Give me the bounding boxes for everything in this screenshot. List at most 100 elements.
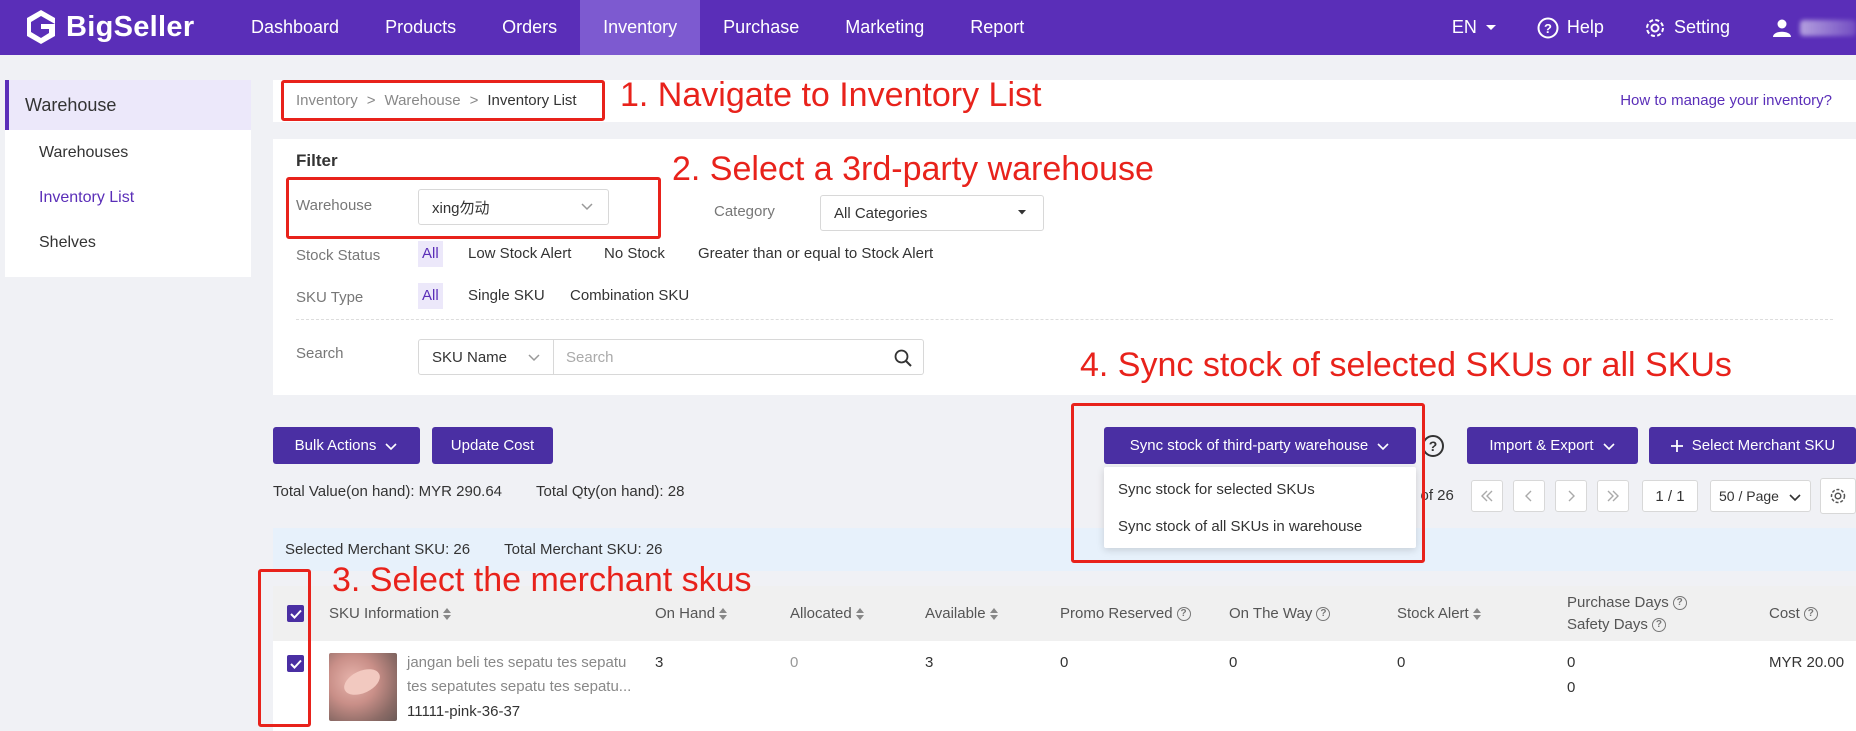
setting-menu[interactable]: Setting <box>1644 17 1730 39</box>
on-the-way-value: 0 <box>1229 654 1238 671</box>
breadcrumb-bar: Inventory > Warehouse > Inventory List H… <box>273 80 1856 122</box>
language-selector[interactable]: EN <box>1452 17 1497 38</box>
sku-type-combination[interactable]: Combination SKU <box>566 283 693 309</box>
category-select[interactable]: All Categories <box>820 195 1044 231</box>
bigseller-logo-icon <box>27 10 55 44</box>
help-circle-icon: ? <box>1537 17 1559 38</box>
search-group: SKU Name <box>418 339 924 375</box>
col-on-the-way-label: On The Way <box>1229 605 1313 622</box>
select-all-checkbox[interactable] <box>287 605 304 622</box>
sku-type-single[interactable]: Single SKU <box>464 283 549 309</box>
search-input[interactable] <box>554 340 923 374</box>
per-page-select[interactable]: 50 / Page <box>1710 480 1811 512</box>
nav-inventory[interactable]: Inventory <box>580 0 701 55</box>
filter-divider <box>296 319 1833 320</box>
annotation-step-4: 4. Sync stock of selected SKUs or all SK… <box>1080 346 1732 384</box>
chevron-right-icon <box>1568 490 1575 502</box>
first-page-button[interactable] <box>1471 480 1503 512</box>
bulk-actions-button[interactable]: Bulk Actions <box>273 427 420 464</box>
top-navbar: BigSeller Dashboard Products Orders Inve… <box>0 0 1856 55</box>
logo-text: BigSeller <box>66 10 195 43</box>
nav-dashboard[interactable]: Dashboard <box>228 0 362 55</box>
question-circle-icon[interactable]: ? <box>1651 617 1666 632</box>
question-circle-icon[interactable]: ? <box>1422 435 1444 457</box>
update-cost-button[interactable]: Update Cost <box>432 427 553 464</box>
sku-name-line2[interactable]: tes sepatutes sepatu tes sepatu... <box>407 678 631 695</box>
col-stock-alert[interactable]: Stock Alert <box>1397 605 1481 622</box>
col-allocated[interactable]: Allocated <box>790 605 864 622</box>
stock-status-gte-alert[interactable]: Greater than or equal to Stock Alert <box>694 241 937 267</box>
caret-down-icon <box>1485 24 1496 30</box>
sync-selected-skus-option[interactable]: Sync stock for selected SKUs <box>1104 471 1416 508</box>
total-merchant-sku-count: Total Merchant SKU: 26 <box>504 541 663 558</box>
bulk-actions-label: Bulk Actions <box>294 437 377 454</box>
sku-code: 11111-pink-36-37 <box>407 703 521 720</box>
sync-stock-label: Sync stock of third-party warehouse <box>1129 437 1369 454</box>
warehouse-select[interactable]: xing勿动 <box>418 189 609 225</box>
import-export-button[interactable]: Import & Export <box>1467 427 1638 464</box>
question-circle-icon[interactable]: ? <box>1176 606 1191 621</box>
help-manage-inventory-link[interactable]: How to manage your inventory? <box>1620 92 1832 109</box>
prev-page-button[interactable] <box>1513 480 1545 512</box>
nav-purchase[interactable]: Purchase <box>700 0 822 55</box>
question-circle-icon[interactable]: ? <box>1672 595 1687 610</box>
col-on-hand[interactable]: On Hand <box>655 605 728 622</box>
stock-status-label: Stock Status <box>296 247 381 264</box>
breadcrumb-inventory[interactable]: Inventory <box>296 92 358 109</box>
sku-type-label: SKU Type <box>296 289 364 306</box>
sidebar-item-shelves[interactable]: Shelves <box>5 220 251 265</box>
stock-status-all[interactable]: All <box>418 241 443 267</box>
sidebar-item-warehouses[interactable]: Warehouses <box>5 130 251 175</box>
breadcrumb-warehouse[interactable]: Warehouse <box>384 92 460 109</box>
col-purchase-days-label: Purchase Days <box>1567 594 1669 611</box>
sort-icon <box>1472 607 1481 620</box>
col-sku-information[interactable]: SKU Information <box>329 605 452 622</box>
product-thumbnail[interactable] <box>329 653 397 721</box>
col-cost-label: Cost <box>1769 605 1800 622</box>
nav-marketing[interactable]: Marketing <box>822 0 947 55</box>
purchase-days-value: 0 <box>1567 654 1576 671</box>
sort-icon <box>989 607 998 620</box>
double-chevron-right-icon <box>1607 490 1619 502</box>
warehouse-select-value: xing勿动 <box>432 199 490 217</box>
category-label: Category <box>714 203 775 220</box>
col-stock-alert-label: Stock Alert <box>1397 605 1469 622</box>
help-menu[interactable]: ? Help <box>1537 17 1604 39</box>
annotation-step-2: 2. Select a 3rd-party warehouse <box>672 150 1154 188</box>
annotation-step-1: 1. Navigate to Inventory List <box>620 76 1042 114</box>
search-icon[interactable] <box>893 348 913 368</box>
on-hand-value: 3 <box>655 654 664 671</box>
plus-icon <box>1670 439 1683 452</box>
page-indicator[interactable]: 1 / 1 <box>1642 480 1698 512</box>
chevron-down-icon <box>1603 442 1615 450</box>
chevron-down-icon <box>528 354 540 362</box>
chevron-down-icon <box>581 203 593 211</box>
nav-orders[interactable]: Orders <box>479 0 580 55</box>
stock-status-low-stock-alert[interactable]: Low Stock Alert <box>464 241 575 267</box>
row-checkbox[interactable] <box>287 655 304 672</box>
cost-value: MYR 20.00 <box>1769 654 1845 671</box>
last-page-button[interactable] <box>1597 480 1629 512</box>
col-sku-information-label: SKU Information <box>329 605 440 622</box>
sku-type-all[interactable]: All <box>418 283 443 309</box>
next-page-button[interactable] <box>1555 480 1587 512</box>
column-settings-button[interactable] <box>1820 478 1856 514</box>
sync-all-skus-option[interactable]: Sync stock of all SKUs in warehouse <box>1104 508 1416 545</box>
sidebar-section-warehouse[interactable]: Warehouse <box>5 80 251 130</box>
nav-report[interactable]: Report <box>947 0 1047 55</box>
select-merchant-sku-button[interactable]: Select Merchant SKU <box>1649 427 1856 464</box>
sku-name-line1[interactable]: jangan beli tes sepatu tes sepatu <box>407 654 626 671</box>
col-available[interactable]: Available <box>925 605 998 622</box>
logo[interactable]: BigSeller <box>24 8 194 46</box>
question-circle-icon[interactable]: ? <box>1803 606 1818 621</box>
question-circle-icon[interactable]: ? <box>1316 606 1331 621</box>
search-field-select[interactable]: SKU Name <box>418 339 554 375</box>
table-row: jangan beli tes sepatu tes sepatu tes se… <box>273 641 1856 731</box>
sync-stock-button[interactable]: Sync stock of third-party warehouse <box>1104 427 1416 464</box>
nav-products[interactable]: Products <box>362 0 479 55</box>
sidebar-item-inventory-list[interactable]: Inventory List <box>5 175 251 220</box>
inventory-totals: Total Value(on hand): MYR 290.64 Total Q… <box>273 483 684 500</box>
user-menu[interactable] <box>1772 18 1856 38</box>
allocated-value[interactable]: 0 <box>790 654 798 671</box>
stock-status-no-stock[interactable]: No Stock <box>600 241 669 267</box>
